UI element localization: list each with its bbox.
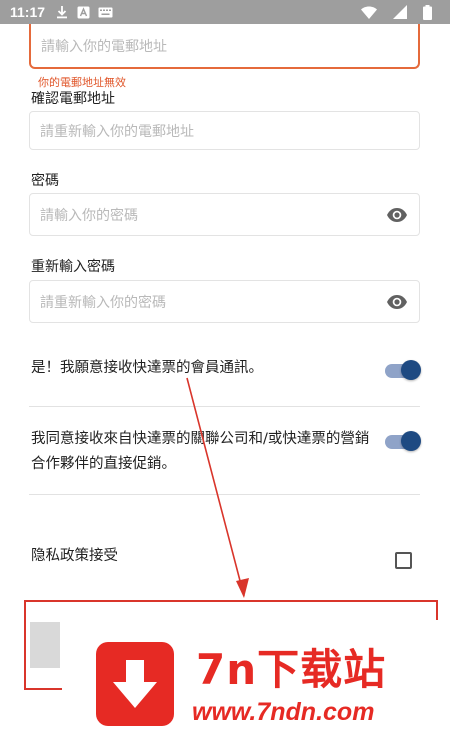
privacy-consent-row: 隐私政策接受 <box>31 544 421 574</box>
confirm-email-field[interactable]: 請重新輸入你的電郵地址 <box>29 111 420 150</box>
password-field[interactable]: 請輸入你的密碼 <box>29 193 420 236</box>
signal-icon <box>393 5 407 19</box>
status-time: 11:17 <box>10 4 46 20</box>
show-confirm-password-eye-icon[interactable] <box>385 290 409 314</box>
partners-consent-row: 我同意接收來自快達票的關聯公司和/或快達票的營銷合作夥伴的直接促銷。 <box>31 427 421 479</box>
confirm-email-label: 確認電郵地址 <box>31 91 115 107</box>
status-bar: 11:17 <box>0 0 450 24</box>
show-password-eye-icon[interactable] <box>385 203 409 227</box>
keyboard-icon <box>98 7 113 18</box>
newsletter-consent-text: 是！我願意接收快達票的會員通訊。 <box>31 360 263 376</box>
newsletter-toggle[interactable] <box>385 360 421 380</box>
email-placeholder: 請輸入你的電郵地址 <box>41 38 167 55</box>
watermark-title: 7n下载站 <box>196 645 387 694</box>
a-icon <box>77 6 90 19</box>
privacy-consent-text: 隐私政策接受 <box>31 548 118 564</box>
newsletter-toggle-thumb <box>401 360 421 380</box>
partners-consent-text: 我同意接收來自快達票的關聯公司和/或快達票的營銷合作夥伴的直接促銷。 <box>31 431 370 472</box>
partners-toggle[interactable] <box>385 431 421 451</box>
confirm-password-placeholder: 請重新輸入你的密碼 <box>40 294 166 311</box>
newsletter-consent-row: 是！我願意接收快達票的會員通訊。 <box>31 356 421 386</box>
download-logo-icon <box>96 642 174 726</box>
confirm-email-placeholder: 請重新輸入你的電郵地址 <box>40 123 194 140</box>
partners-toggle-thumb <box>401 431 421 451</box>
privacy-checkbox[interactable] <box>395 552 412 569</box>
confirm-password-field[interactable]: 請重新輸入你的密碼 <box>29 280 420 323</box>
confirm-password-label: 重新輸入密碼 <box>31 259 115 275</box>
battery-icon <box>423 4 432 20</box>
password-placeholder: 請輸入你的密碼 <box>40 207 138 224</box>
download-icon <box>55 5 69 19</box>
password-label: 密碼 <box>31 173 59 189</box>
submit-button[interactable] <box>30 622 60 668</box>
divider <box>29 406 420 407</box>
email-field[interactable]: 請輸入你的電郵地址 <box>29 24 420 69</box>
divider <box>29 494 420 495</box>
wifi-icon <box>361 6 377 19</box>
watermark-url: www.7ndn.com <box>192 698 375 726</box>
